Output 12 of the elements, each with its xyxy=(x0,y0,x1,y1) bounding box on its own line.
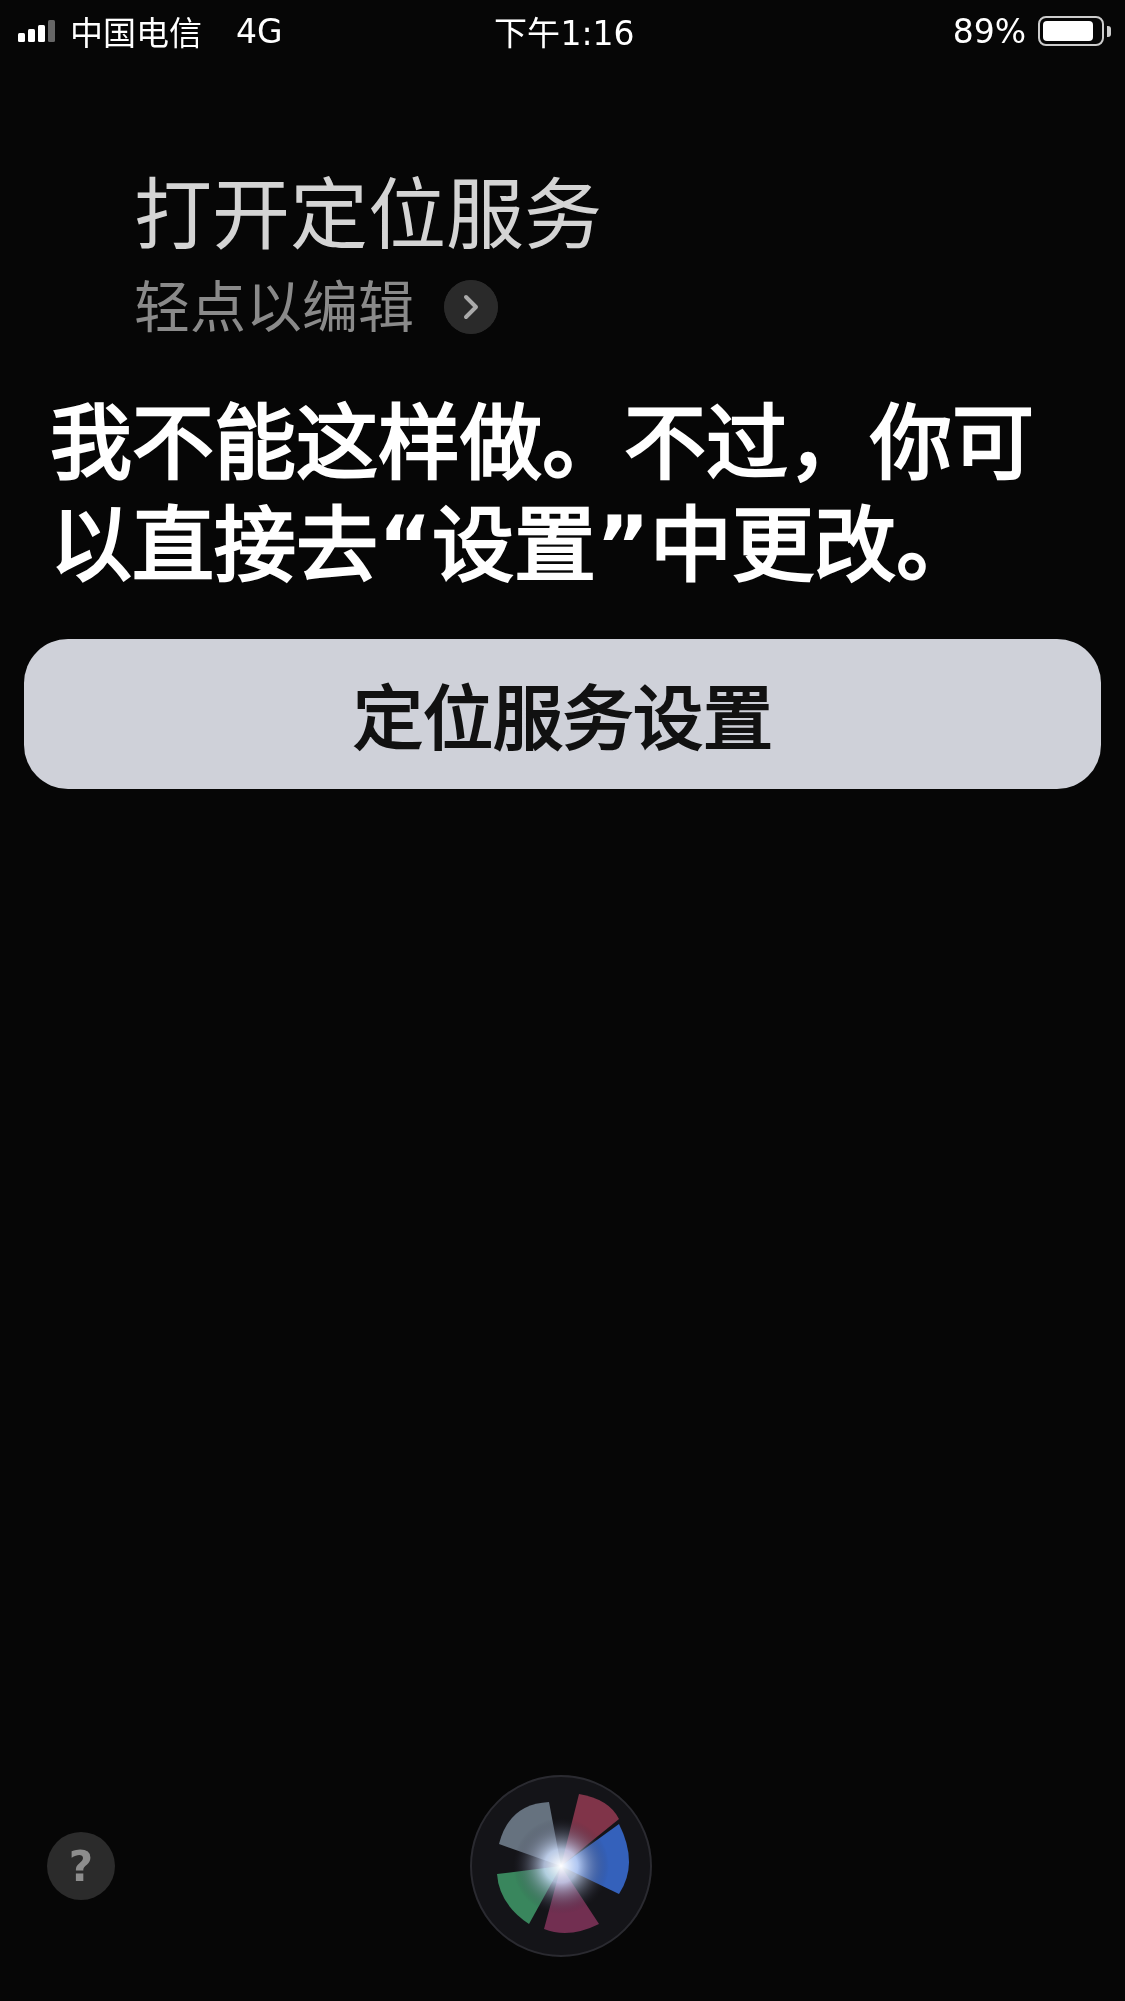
network-type: 4G xyxy=(236,11,283,51)
signal-icon xyxy=(18,20,58,42)
help-button[interactable]: ? xyxy=(47,1832,115,1900)
battery-icon xyxy=(1038,16,1104,46)
clock-time: 下午1:16 xyxy=(494,14,635,53)
siri-response-text: 我不能这样做。不过，你可以直接去“设置”中更改。 xyxy=(50,394,1035,595)
tap-to-edit-link[interactable]: 轻点以编辑 xyxy=(134,273,414,341)
battery-percent: 89% xyxy=(952,11,1026,51)
siri-orb-icon[interactable] xyxy=(469,1774,653,1958)
siri-query-text: 打开定位服务 xyxy=(134,170,602,263)
carrier-name: 中国电信 xyxy=(70,13,202,55)
location-services-settings-button[interactable]: 定位服务设置 xyxy=(24,638,1101,789)
